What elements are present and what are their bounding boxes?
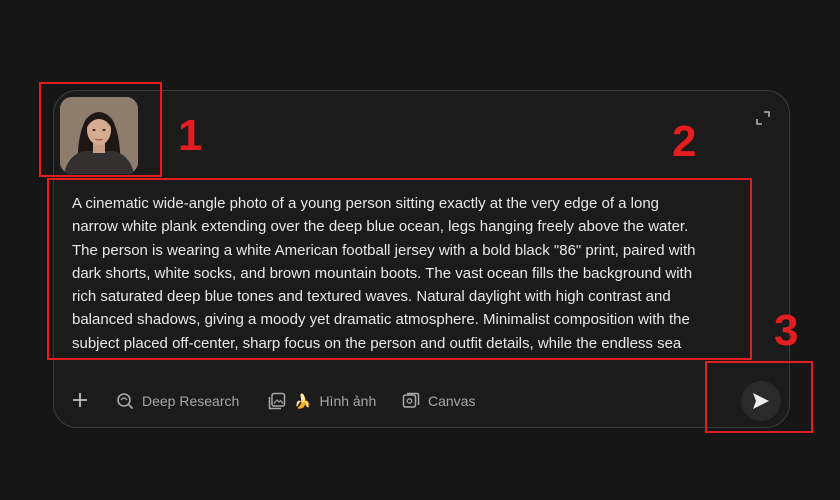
annotation-box-3 bbox=[705, 361, 813, 433]
deep-research-icon bbox=[117, 393, 134, 410]
expand-icon[interactable] bbox=[756, 111, 770, 125]
deep-research-label: Deep Research bbox=[142, 393, 240, 409]
annotation-box-2 bbox=[47, 178, 752, 360]
image-label: Hình ảnh bbox=[319, 393, 377, 409]
banana-emoji: 🍌 bbox=[294, 392, 312, 409]
annotation-number-2: 2 bbox=[672, 117, 697, 166]
annotation-box-1 bbox=[39, 82, 162, 177]
image-button[interactable]: 🍌 Hình ảnh bbox=[268, 390, 376, 412]
canvas-label: Canvas bbox=[428, 393, 476, 409]
add-plus-icon[interactable] bbox=[72, 392, 88, 408]
canvas-icon bbox=[402, 392, 420, 408]
deep-research-button[interactable]: Deep Research bbox=[116, 390, 239, 412]
image-gallery-icon bbox=[268, 392, 286, 410]
annotation-number-1: 1 bbox=[178, 111, 203, 160]
canvas-button[interactable]: Canvas bbox=[402, 390, 475, 412]
annotation-number-3: 3 bbox=[774, 306, 799, 355]
